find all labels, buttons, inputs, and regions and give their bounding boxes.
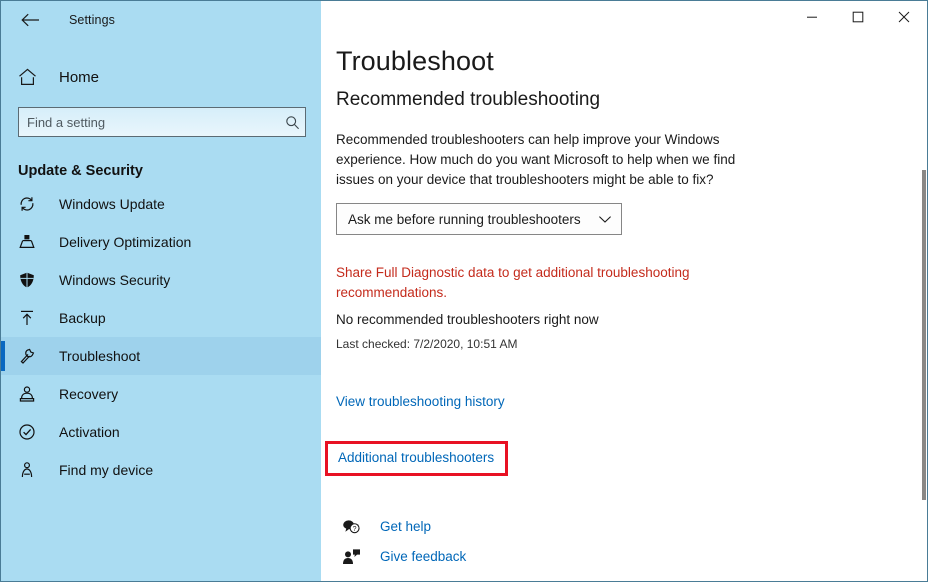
content-scrollbar[interactable]	[921, 34, 927, 581]
shield-icon	[18, 271, 40, 289]
selection-accent-bar	[1, 303, 5, 333]
additional-troubleshooters-highlight: Additional troubleshooters	[325, 441, 509, 476]
selection-accent-bar	[1, 189, 5, 219]
sidebar: Settings Home Update & Security	[1, 1, 321, 581]
window-controls	[789, 1, 927, 33]
selection-accent-bar	[1, 227, 5, 257]
scrollbar-thumb[interactable]	[922, 170, 926, 500]
sidebar-item-label: Troubleshoot	[59, 348, 141, 364]
check-circle-icon	[18, 423, 40, 441]
sidebar-item-label: Windows Security	[59, 272, 171, 288]
sidebar-nav-list: Windows Update Delivery Optimization Win…	[1, 185, 321, 489]
sidebar-item-delivery-optimization[interactable]: Delivery Optimization	[1, 223, 321, 261]
maximize-icon	[852, 11, 864, 23]
sidebar-section-title: Update & Security	[18, 163, 143, 179]
view-troubleshooting-history-link[interactable]: View troubleshooting history	[336, 394, 505, 409]
back-button[interactable]	[13, 5, 47, 35]
sync-icon	[18, 195, 40, 213]
selection-accent-bar	[1, 455, 5, 485]
get-help-row[interactable]: ? Get help	[336, 511, 927, 541]
troubleshooter-status-text: No recommended troubleshooters right now	[336, 312, 599, 327]
chevron-down-icon	[598, 214, 612, 224]
selection-accent-bar	[1, 417, 5, 447]
sidebar-item-activation[interactable]: Activation	[1, 413, 321, 451]
app-title: Settings	[69, 13, 115, 27]
minimize-icon	[807, 16, 817, 18]
home-icon	[18, 68, 40, 86]
help-link-label: Give feedback	[380, 548, 467, 564]
upload-arrow-icon	[18, 309, 40, 327]
give-feedback-row[interactable]: Give feedback	[336, 541, 927, 571]
selection-accent-bar	[1, 379, 5, 409]
sidebar-titlebar: Settings	[1, 1, 321, 39]
sidebar-item-home[interactable]: Home	[1, 57, 321, 97]
sidebar-item-label: Backup	[59, 310, 106, 326]
section-subheading: Recommended troubleshooting	[336, 89, 601, 110]
help-link-label: Get help	[380, 518, 432, 534]
sidebar-item-recovery[interactable]: Recovery	[1, 375, 321, 413]
sidebar-item-label: Activation	[59, 424, 120, 440]
share-diagnostic-data-link[interactable]: Share Full Diagnostic data to get additi…	[336, 263, 736, 303]
back-arrow-icon	[20, 13, 39, 27]
page-body: Troubleshoot Recommended troubleshooting…	[321, 1, 927, 571]
sidebar-item-windows-security[interactable]: Windows Security	[1, 261, 321, 299]
sidebar-item-label: Windows Update	[59, 196, 165, 212]
selection-accent-bar	[1, 265, 5, 295]
recovery-icon	[18, 385, 40, 403]
troubleshooting-level-dropdown[interactable]: Ask me before running troubleshooters	[336, 203, 622, 235]
last-checked-text: Last checked: 7/2/2020, 10:51 AM	[336, 337, 518, 351]
search-input[interactable]	[19, 108, 279, 136]
sidebar-item-backup[interactable]: Backup	[1, 299, 321, 337]
sidebar-item-find-my-device[interactable]: Find my device	[1, 451, 321, 489]
content-area: Troubleshoot Recommended troubleshooting…	[321, 1, 927, 581]
selection-accent-bar	[1, 341, 5, 371]
give-feedback-icon	[342, 548, 368, 565]
sidebar-item-label: Recovery	[59, 386, 119, 402]
settings-window: Settings Home Update & Security	[0, 0, 928, 582]
page-title: Troubleshoot	[336, 46, 494, 76]
svg-text:?: ?	[353, 526, 357, 533]
person-locate-icon	[18, 461, 40, 479]
sidebar-item-windows-update[interactable]: Windows Update	[1, 185, 321, 223]
sidebar-item-label: Delivery Optimization	[59, 234, 192, 250]
description-text: Recommended troubleshooters can help imp…	[336, 132, 736, 187]
wrench-icon	[18, 347, 40, 365]
search-box[interactable]	[18, 107, 306, 137]
search-icon[interactable]	[279, 115, 305, 130]
close-button[interactable]	[881, 1, 927, 33]
dropdown-selected-value: Ask me before running troubleshooters	[348, 211, 581, 227]
minimize-button[interactable]	[789, 1, 835, 33]
close-icon	[898, 11, 910, 23]
sidebar-home-label: Home	[59, 68, 100, 86]
get-help-icon: ?	[342, 518, 368, 535]
maximize-button[interactable]	[835, 1, 881, 33]
sidebar-item-label: Find my device	[59, 462, 154, 478]
sidebar-item-troubleshoot[interactable]: Troubleshoot	[1, 337, 321, 375]
additional-troubleshooters-link[interactable]: Additional troubleshooters	[338, 450, 494, 465]
help-links: ? Get help Give feedback	[336, 511, 927, 571]
delivery-optimization-icon	[18, 233, 40, 251]
history-link-row: View troubleshooting history	[336, 393, 927, 411]
